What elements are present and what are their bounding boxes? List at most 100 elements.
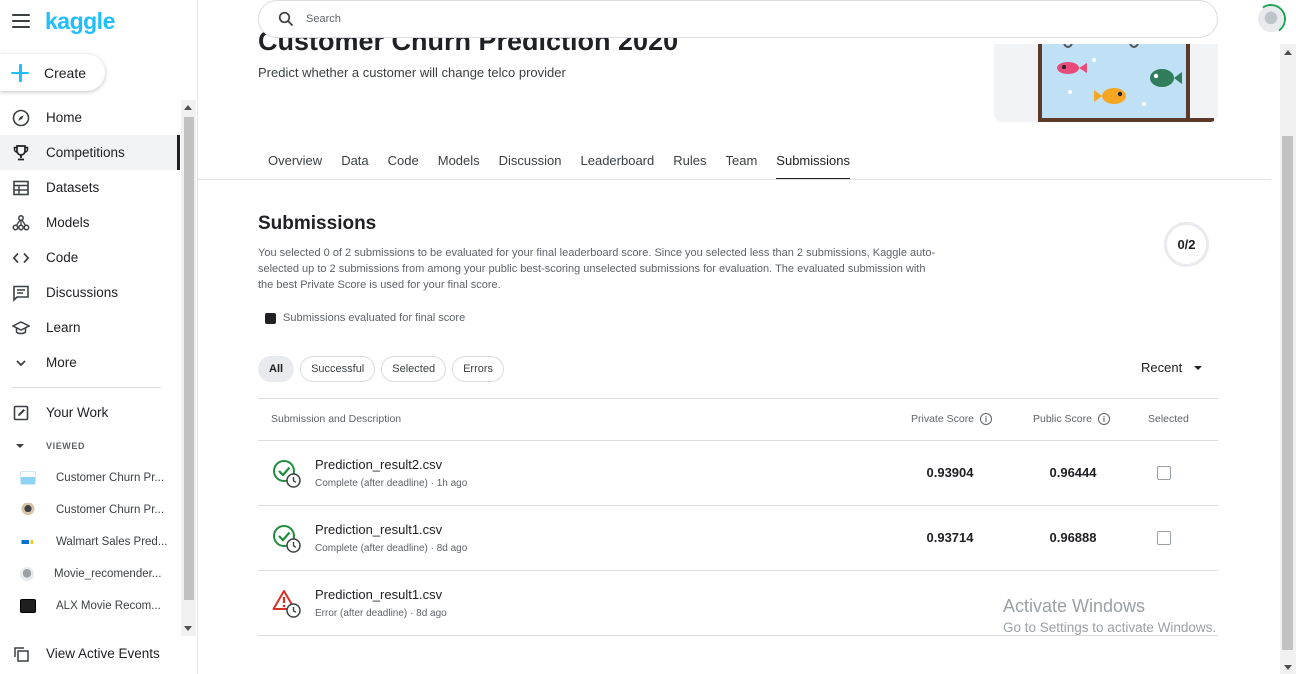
chevron-down-icon [12, 354, 30, 372]
sidebar-item-models[interactable]: Models [0, 205, 180, 240]
copy-icon [12, 645, 30, 663]
filter-successful[interactable]: Successful [300, 356, 376, 382]
discussions-icon [12, 284, 30, 302]
viewed-item[interactable]: Movie_recomender... [0, 558, 180, 590]
column-header-public-score: Public Score i [1033, 413, 1110, 425]
competition-thumbnail [20, 471, 36, 485]
table-header: Submission and Description Private Score… [258, 398, 1218, 441]
sort-dropdown[interactable]: Recent [1141, 360, 1203, 375]
viewed-item-label: Customer Churn Pr... [56, 504, 165, 516]
info-icon[interactable]: i [980, 413, 993, 425]
sidebar-item-more[interactable]: More [0, 345, 180, 380]
tab-models[interactable]: Models [438, 143, 480, 180]
sidebar-scrollbar[interactable] [181, 100, 196, 636]
edit-square-icon [12, 404, 30, 422]
your-work-row[interactable]: Your Work [0, 395, 180, 430]
viewed-item[interactable]: Customer Churn Pr... [0, 494, 180, 526]
sidebar-item-datasets[interactable]: Datasets [0, 170, 180, 205]
kaggle-logo[interactable]: kaggle [45, 8, 115, 35]
viewed-label: VIEWED [46, 441, 86, 451]
sidebar-item-competitions[interactable]: Competitions [0, 135, 180, 170]
sidebar-item-label: Code [46, 250, 79, 265]
submission-meta: Error (after deadline) · 8d ago [315, 608, 447, 619]
models-icon [12, 214, 30, 232]
legend-label: Submissions evaluated for final score [283, 312, 466, 324]
tab-discussion[interactable]: Discussion [499, 143, 562, 180]
filter-chips: All Successful Selected Errors [258, 356, 510, 382]
sidebar-item-discussions[interactable]: Discussions [0, 275, 180, 310]
tab-team[interactable]: Team [726, 143, 758, 180]
tabs-divider [198, 179, 1271, 180]
tab-leaderboard[interactable]: Leaderboard [581, 143, 655, 180]
filter-all[interactable]: All [258, 356, 295, 382]
filter-selected[interactable]: Selected [381, 356, 447, 382]
page-scrollbar[interactable] [1280, 44, 1296, 674]
column-header-label: Public Score [1033, 413, 1092, 425]
sidebar-item-home[interactable]: Home [0, 100, 180, 135]
sidebar-item-label: Discussions [46, 285, 119, 300]
sidebar-item-label: Competitions [46, 145, 125, 160]
sidebar: kaggle Create Home Competitions Datasets… [0, 0, 198, 674]
submission-filename[interactable]: Prediction_result2.csv [315, 457, 442, 472]
trophy-icon [12, 144, 30, 162]
avatar[interactable] [1258, 6, 1284, 32]
tab-code[interactable]: Code [388, 143, 419, 180]
tab-submissions[interactable]: Submissions [776, 143, 850, 180]
private-score: 0.93714 [926, 530, 974, 545]
submissions-description: You selected 0 of 2 submissions to be ev… [258, 247, 936, 291]
sidebar-nav: Home Competitions Datasets Models Code D… [0, 100, 180, 380]
viewed-item[interactable]: Customer Churn Pr... [0, 462, 180, 494]
hamburger-menu-icon[interactable] [12, 14, 30, 28]
tab-data[interactable]: Data [341, 143, 368, 180]
private-score: 0.93904 [926, 465, 974, 480]
scroll-up-arrow-icon[interactable] [1284, 50, 1292, 55]
viewed-item[interactable]: ALX Movie Recom... [0, 590, 180, 622]
sidebar-item-learn[interactable]: Learn [0, 310, 180, 345]
graduation-cap-icon [12, 319, 30, 337]
create-label: Create [44, 64, 87, 81]
active-events-row[interactable]: View Active Events [0, 636, 180, 671]
competition-tabs: Overview Data Code Models Discussion Lea… [258, 143, 869, 180]
submission-filename[interactable]: Prediction_result1.csv [315, 587, 442, 602]
sidebar-item-code[interactable]: Code [0, 240, 180, 275]
selected-count-badge: 0/2 [1164, 222, 1209, 267]
viewed-item-label: Movie_recomender... [54, 568, 162, 580]
plus-icon [10, 63, 30, 83]
scrollbar-thumb[interactable] [1282, 136, 1293, 650]
dataset-thumbnail [20, 567, 34, 581]
section-title: Submissions [258, 213, 377, 234]
sidebar-divider [12, 387, 161, 388]
table-row: Prediction_result2.csv Complete (after d… [258, 441, 1218, 506]
code-icon [12, 249, 30, 267]
kaggle-app: kaggle Create Home Competitions Datasets… [0, 0, 1296, 674]
select-checkbox[interactable] [1157, 531, 1171, 545]
viewed-item-label: ALX Movie Recom... [56, 600, 161, 612]
viewed-item[interactable]: Walmart Sales Pred... [0, 526, 180, 558]
create-button[interactable]: Create [0, 54, 105, 91]
success-status-icon [273, 525, 301, 553]
viewed-section-toggle[interactable]: VIEWED [0, 436, 85, 456]
viewed-item-label: Customer Churn Pr... [56, 472, 165, 484]
scroll-down-arrow-icon[interactable] [1284, 665, 1292, 670]
scroll-down-arrow-icon[interactable] [184, 626, 192, 631]
submission-filename[interactable]: Prediction_result1.csv [315, 522, 442, 537]
tab-rules[interactable]: Rules [673, 143, 706, 180]
search-bar[interactable] [258, 0, 1218, 38]
activate-windows-watermark: Activate Windows Go to Settings to activ… [1003, 596, 1216, 635]
search-input[interactable] [306, 13, 1166, 25]
walmart-thumbnail [20, 540, 36, 544]
info-icon[interactable]: i [1097, 413, 1110, 425]
column-header-label: Selected [1148, 413, 1189, 425]
public-score: 0.96888 [1049, 530, 1097, 545]
select-checkbox[interactable] [1157, 466, 1171, 480]
sidebar-item-active-events[interactable]: View Active Events [0, 636, 180, 671]
column-header-label: Private Score [911, 413, 975, 425]
scrollbar-thumb[interactable] [184, 117, 194, 600]
viewed-item-label: Walmart Sales Pred... [56, 536, 168, 548]
scroll-up-arrow-icon[interactable] [184, 105, 192, 110]
search-icon [278, 11, 294, 27]
competition-thumbnail [20, 503, 36, 517]
filter-errors[interactable]: Errors [452, 356, 505, 382]
sidebar-item-your-work[interactable]: Your Work [0, 395, 180, 430]
tab-overview[interactable]: Overview [268, 143, 322, 180]
